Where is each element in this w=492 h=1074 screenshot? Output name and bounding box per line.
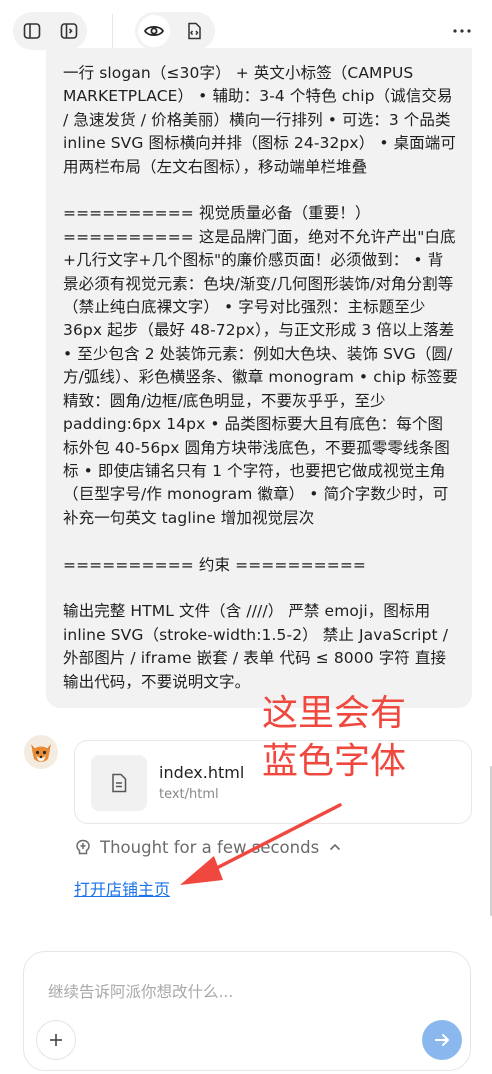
- toolbar-divider: [112, 14, 113, 48]
- plus-icon[interactable]: [36, 1020, 76, 1060]
- fox-avatar-icon: [24, 735, 58, 769]
- composer-input[interactable]: 继续告诉阿派你想改什么...: [48, 980, 233, 1002]
- code-file-icon[interactable]: [180, 17, 208, 45]
- file-type: text/html: [159, 787, 219, 802]
- more-icon[interactable]: [448, 17, 476, 45]
- open-store-link[interactable]: 打开店铺主页: [74, 876, 170, 900]
- thought-label: Thought for a few seconds: [100, 837, 320, 857]
- panel-toggle-icon[interactable]: [55, 17, 83, 45]
- eye-preview-icon[interactable]: [138, 15, 170, 47]
- brain-icon: [74, 838, 92, 856]
- user-message-text: 一行 slogan（≤30字） + 英文小标签（CAMPUS MARKETPLA…: [63, 64, 458, 691]
- message-composer[interactable]: 继续告诉阿派你想改什么...: [23, 951, 471, 1071]
- chevron-up-icon: [329, 843, 341, 851]
- user-message-bubble: 一行 slogan（≤30字） + 英文小标签（CAMPUS MARKETPLA…: [46, 48, 472, 708]
- sidebar-toggle-icon[interactable]: [18, 17, 46, 45]
- file-name: index.html: [159, 763, 245, 782]
- document-icon: [91, 755, 147, 811]
- send-button[interactable]: [422, 1020, 462, 1060]
- annotation-text: 这里会有 蓝色字体: [262, 693, 407, 782]
- thought-toggle[interactable]: Thought for a few seconds: [74, 834, 341, 860]
